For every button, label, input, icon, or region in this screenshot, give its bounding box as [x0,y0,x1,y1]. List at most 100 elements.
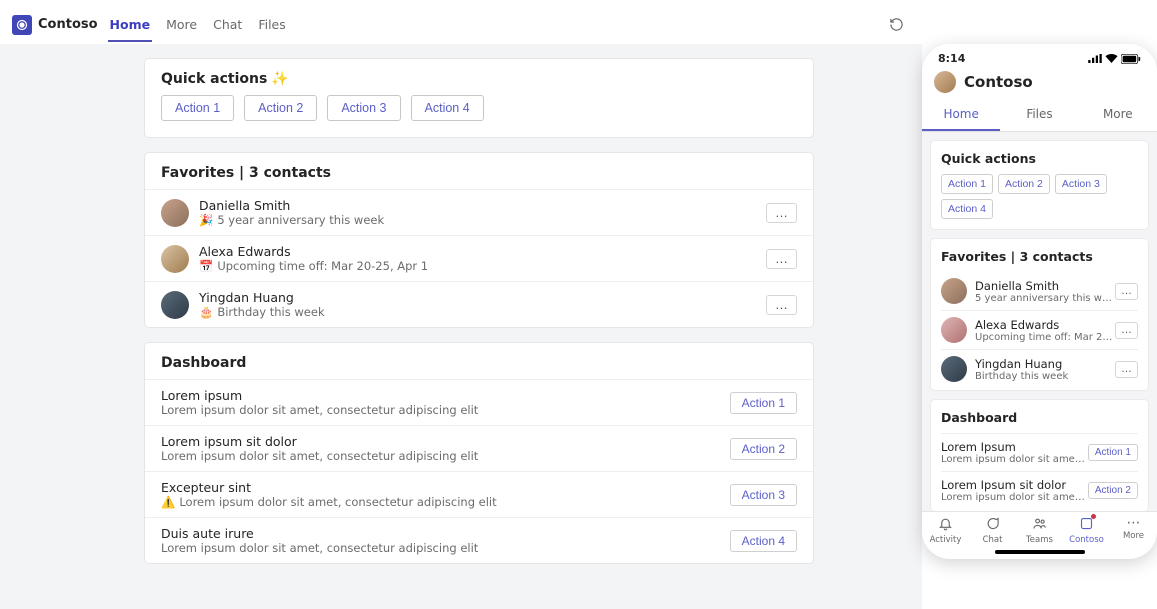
bottom-nav-label: More [1123,531,1144,541]
bottom-nav-label: Chat [983,535,1003,545]
mobile-tab-more[interactable]: More [1079,101,1157,131]
bottom-nav-teams[interactable]: Teams [1016,516,1063,545]
teams-icon [1032,516,1047,534]
mobile-favorite-sub: Upcoming time off: Mar 20-2… [975,332,1115,343]
wifi-icon [1105,54,1118,63]
top-nav: Home More Chat Files [108,7,288,42]
more-button[interactable]: … [766,203,797,223]
mobile-favorite-name: Daniella Smith [975,279,1115,293]
mobile-tab-files[interactable]: Files [1000,101,1078,131]
tab-home[interactable]: Home [108,7,153,42]
mobile-dashboard-row: Lorem Ipsum sit dolor Lorem ipsum dolor … [941,471,1138,509]
home-indicator [995,550,1085,554]
mobile-view: 8:14 Contoso Home Files More Quick actio… [922,44,1157,559]
quick-action-4[interactable]: Action 4 [411,95,484,121]
mobile-favorite-row[interactable]: Yingdan Huang Birthday this week … [941,349,1138,388]
dashboard-item-title: Duis aute irure [161,526,730,541]
mobile-dashboard-item-sub: Lorem ipsum dolor sit amet, con… [941,492,1088,503]
sparkle-icon: ✨ [271,71,288,87]
mobile-quick-action-2[interactable]: Action 2 [998,174,1050,194]
mobile-dashboard-action-1[interactable]: Action 1 [1088,444,1138,461]
favorite-name: Daniella Smith [199,198,766,213]
mobile-quick-action-1[interactable]: Action 1 [941,174,993,194]
favorite-row[interactable]: Daniella Smith 🎉 5 year anniversary this… [145,189,813,235]
mobile-quick-actions-card: Quick actions Action 1 Action 2 Action 3… [930,140,1149,230]
mobile-more-button[interactable]: … [1115,322,1138,339]
mobile-more-button[interactable]: … [1115,283,1138,300]
avatar [941,278,967,304]
dashboard-title: Dashboard [145,343,813,379]
mobile-favorite-row[interactable]: Alexa Edwards Upcoming time off: Mar 20-… [941,310,1138,349]
favorite-row[interactable]: Alexa Edwards 📅 Upcoming time off: Mar 2… [145,235,813,281]
status-icons [1088,54,1141,64]
mobile-quick-actions-row: Action 1 Action 2 Action 3 Action 4 [941,174,1138,219]
mobile-quick-action-3[interactable]: Action 3 [1055,174,1107,194]
favorite-sub-text: Birthday this week [217,305,324,319]
mobile-dashboard-card: Dashboard Lorem Ipsum Lorem ipsum dolor … [930,399,1149,511]
mobile-favorite-name: Alexa Edwards [975,318,1115,332]
favorites-card: Favorites | 3 contacts Daniella Smith 🎉 … [144,152,814,328]
quick-action-2[interactable]: Action 2 [244,95,317,121]
dashboard-item-sub-text: Lorem ipsum dolor sit amet, consectetur … [179,495,496,509]
mobile-bottom-nav: Activity Chat Teams Contoso ⋯ More [922,511,1157,547]
tab-chat[interactable]: Chat [211,7,244,42]
bottom-nav-chat[interactable]: Chat [969,516,1016,545]
mobile-more-button[interactable]: … [1115,361,1138,378]
dashboard-item-sub: Lorem ipsum dolor sit amet, consectetur … [161,403,730,417]
favorite-sub-text: 5 year anniversary this week [217,213,384,227]
mobile-dashboard-action-2[interactable]: Action 2 [1088,482,1138,499]
mobile-tab-home[interactable]: Home [922,101,1000,131]
quick-actions-title-text: Quick actions [161,71,267,87]
tab-files[interactable]: Files [256,7,287,42]
avatar [941,356,967,382]
quick-actions-row: Action 1 Action 2 Action 3 Action 4 [145,95,813,137]
favorite-sub-text: Upcoming time off: Mar 20-25, Apr 1 [217,259,428,273]
user-avatar[interactable] [934,71,956,93]
dashboard-action-2[interactable]: Action 2 [730,438,797,460]
dashboard-row: Lorem ipsum Lorem ipsum dolor sit amet, … [145,379,813,425]
mobile-dashboard-item-sub: Lorem ipsum dolor sit amet, con… [941,454,1088,465]
tab-more[interactable]: More [164,7,199,42]
avatar [161,199,189,227]
bottom-nav-label: Activity [930,535,962,545]
more-button[interactable]: … [766,295,797,315]
mobile-quick-actions-title: Quick actions [941,151,1138,166]
mobile-favorite-row[interactable]: Daniella Smith 5 year anniversary this w… [941,272,1138,310]
calendar-icon: 📅 [199,259,213,273]
dashboard-row: Lorem ipsum sit dolor Lorem ipsum dolor … [145,425,813,471]
mobile-favorite-name: Yingdan Huang [975,357,1115,371]
quick-action-1[interactable]: Action 1 [161,95,234,121]
bottom-nav-more[interactable]: ⋯ More [1110,516,1157,545]
birthday-icon: 🎂 [199,305,213,319]
dashboard-row: Duis aute irure Lorem ipsum dolor sit am… [145,517,813,563]
favorites-title: Favorites | 3 contacts [145,153,813,189]
favorite-row[interactable]: Yingdan Huang 🎂 Birthday this week … [145,281,813,327]
mobile-preview-wrap: 8:14 Contoso Home Files More Quick actio… [922,0,1157,609]
bottom-nav-contoso[interactable]: Contoso [1063,516,1110,545]
dashboard-action-1[interactable]: Action 1 [730,392,797,414]
refresh-icon[interactable] [883,11,910,38]
favorite-sub: 🎂 Birthday this week [199,305,766,319]
bottom-nav-activity[interactable]: Activity [922,516,969,545]
mobile-favorites-card: Favorites | 3 contacts Daniella Smith 5 … [930,238,1149,391]
desktop-header: Contoso Home More Chat Files [0,0,922,44]
battery-icon [1121,54,1141,64]
bottom-nav-label: Teams [1026,535,1053,545]
mobile-favorites-title: Favorites | 3 contacts [941,249,1138,264]
mobile-favorite-sub: 5 year anniversary this week [975,293,1115,304]
app-logo-wrap: Contoso [12,15,104,35]
mobile-header: Contoso [922,67,1157,101]
quick-action-3[interactable]: Action 3 [327,95,400,121]
favorite-sub: 📅 Upcoming time off: Mar 20-25, Apr 1 [199,259,766,273]
quick-actions-card: Quick actions ✨ Action 1 Action 2 Action… [144,58,814,138]
mobile-quick-action-4[interactable]: Action 4 [941,199,993,219]
app-name: Contoso [38,17,98,32]
favorite-text: Yingdan Huang 🎂 Birthday this week [199,290,766,319]
chat-icon [985,516,1000,534]
more-button[interactable]: … [766,249,797,269]
more-icon: ⋯ [1127,516,1141,530]
dashboard-action-3[interactable]: Action 3 [730,484,797,506]
dashboard-action-4[interactable]: Action 4 [730,530,797,552]
avatar [161,245,189,273]
app-logo-icon [12,15,32,35]
